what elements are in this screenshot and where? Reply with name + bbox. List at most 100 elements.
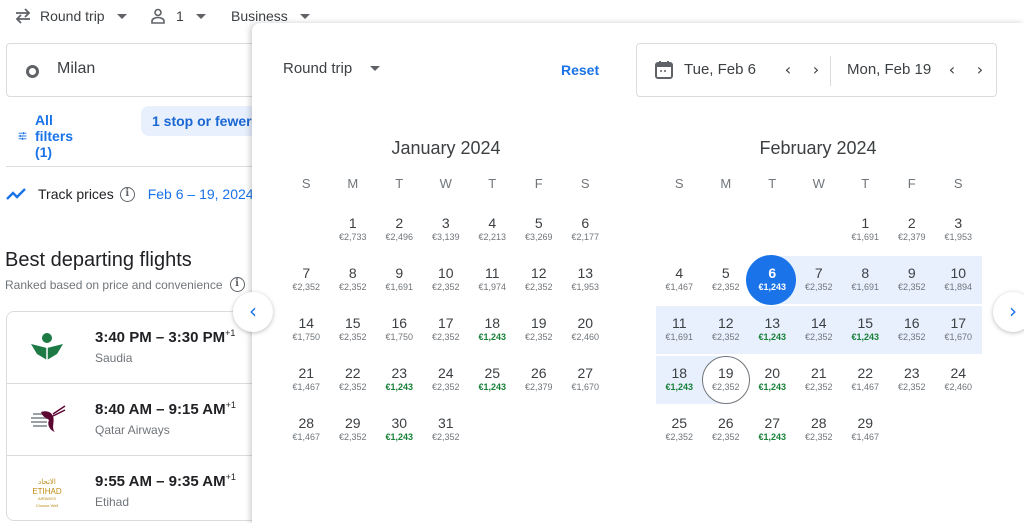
calendar-day[interactable]: 28 €2,352	[796, 406, 843, 454]
calendar-day[interactable]: 25 €1,243	[469, 356, 516, 404]
calendar-day[interactable]: 22 €2,352	[330, 356, 377, 404]
day-price: €1,467	[665, 282, 694, 292]
calendar-day[interactable]: 10 €2,352	[423, 256, 470, 304]
day-price: €2,352	[804, 432, 833, 442]
origin-value: Milan	[57, 60, 96, 77]
calendar-day[interactable]: 16 €1,750	[376, 306, 423, 354]
info-icon[interactable]: i	[229, 277, 245, 292]
calendar-day[interactable]: 9 €2,352	[889, 256, 936, 304]
passengers-select[interactable]: 1	[150, 8, 206, 24]
day-price: €2,352	[804, 382, 833, 392]
previous-month-button[interactable]: ‹	[233, 292, 273, 332]
calendar-day[interactable]: 13 €1,953	[562, 256, 609, 304]
info-icon[interactable]: i	[119, 186, 135, 202]
calendar-day[interactable]: 17 €2,352	[423, 306, 470, 354]
cabin-class-select[interactable]: Business	[231, 8, 310, 24]
calendar-day[interactable]: 2 €2,379	[889, 206, 936, 254]
calendar-day[interactable]: 20 €1,243	[749, 356, 796, 404]
day-number: 15	[857, 315, 874, 331]
calendar-day[interactable]: 11 €1,691	[656, 306, 703, 354]
calendar-day[interactable]: 19 €2,352	[701, 356, 750, 404]
day-number: 22	[344, 365, 361, 381]
calendar-day[interactable]: 4 €1,467	[656, 256, 703, 304]
day-price: €1,750	[292, 332, 321, 342]
day-number: 19	[717, 365, 734, 381]
calendar-day[interactable]: 14 €2,352	[796, 306, 843, 354]
reset-button[interactable]: Reset	[561, 62, 599, 78]
return-date-field[interactable]: Mon, Feb 19	[847, 61, 931, 78]
calendar-day[interactable]: 28 €1,467	[283, 406, 330, 454]
calendar-day[interactable]: 12 €2,352	[703, 306, 750, 354]
calendar-day[interactable]: 8 €2,352	[330, 256, 377, 304]
day-number: 3	[954, 215, 963, 231]
day-number: 2	[395, 215, 404, 231]
caret-down-icon	[195, 13, 206, 19]
day-price: €2,352	[338, 282, 367, 292]
calendar-day[interactable]: 4 €2,213	[469, 206, 516, 254]
flight-row[interactable]: 8:40 AM – 9:15 AM+1 Qatar Airways	[7, 384, 265, 456]
calendar-day[interactable]: 9 €1,691	[376, 256, 423, 304]
stops-filter-chip[interactable]: 1 stop or fewer	[141, 106, 263, 136]
calendar-day[interactable]: 26 €2,352	[703, 406, 750, 454]
calendar-day[interactable]: 1 €1,691	[842, 206, 889, 254]
trip-type-select[interactable]: Round trip	[14, 8, 127, 24]
calendar-day[interactable]: 3 €1,953	[935, 206, 982, 254]
calendar-day[interactable]: 29 €2,352	[330, 406, 377, 454]
calendar-day[interactable]: 5 €2,352	[703, 256, 750, 304]
calendar-day[interactable]: 24 €2,460	[935, 356, 982, 404]
calendar-day[interactable]: 6 €1,243	[746, 255, 796, 305]
calendar-day[interactable]: 7 €2,352	[283, 256, 330, 304]
calendar-day[interactable]: 21 €1,467	[283, 356, 330, 404]
calendar-day[interactable]: 15 €1,243	[842, 306, 889, 354]
calendar-day[interactable]: 7 €2,352	[796, 256, 843, 304]
flight-row[interactable]: 3:40 PM – 3:30 PM+1 Saudia	[7, 312, 265, 384]
return-next-day-button[interactable]: ›	[972, 60, 988, 79]
calendar-day[interactable]: 25 €2,352	[656, 406, 703, 454]
month-title-february: February 2024	[759, 138, 877, 158]
origin-input[interactable]: Milan	[6, 43, 266, 97]
weekday-header: F	[534, 176, 543, 191]
departure-next-day-button[interactable]: ›	[808, 60, 824, 79]
datepicker-trip-type-select[interactable]: Round trip	[283, 60, 381, 77]
return-prev-day-button[interactable]: ‹	[944, 60, 960, 79]
calendar-day[interactable]: 13 €1,243	[749, 306, 796, 354]
calendar-day[interactable]: 3 €3,139	[423, 206, 470, 254]
all-filters-button[interactable]: All filters (1)	[18, 112, 80, 160]
calendar-day[interactable]: 6 €2,177	[562, 206, 609, 254]
day-price: €1,243	[758, 432, 787, 442]
calendar-day[interactable]: 21 €2,352	[796, 356, 843, 404]
trending-line-icon[interactable]	[6, 187, 28, 201]
calendar-day[interactable]: 27 €1,670	[562, 356, 609, 404]
calendar-day[interactable]: 15 €2,352	[330, 306, 377, 354]
calendar-day[interactable]: 12 €2,352	[516, 256, 563, 304]
calendar-day[interactable]: 2 €2,496	[376, 206, 423, 254]
calendar-day[interactable]: 8 €1,691	[842, 256, 889, 304]
day-number: 18	[484, 315, 501, 331]
departure-date-field[interactable]: Tue, Feb 6	[684, 61, 756, 78]
day-price: €2,352	[711, 332, 740, 342]
departure-prev-day-button[interactable]: ‹	[780, 60, 796, 79]
calendar-day[interactable]: 18 €1,243	[469, 306, 516, 354]
calendar-day[interactable]: 23 €2,352	[889, 356, 936, 404]
day-number: 5	[721, 265, 730, 281]
calendar-day[interactable]: 30 €1,243	[376, 406, 423, 454]
calendar-day[interactable]: 1 €2,733	[330, 206, 377, 254]
calendar-day[interactable]: 31 €2,352	[423, 406, 470, 454]
calendar-day[interactable]: 24 €2,352	[423, 356, 470, 404]
calendar-day[interactable]: 23 €1,243	[376, 356, 423, 404]
calendar-day[interactable]: 5 €3,269	[516, 206, 563, 254]
calendar-day[interactable]: 18 €1,243	[656, 356, 703, 404]
day-number: 15	[344, 315, 361, 331]
flight-row[interactable]: الاتحاد ETIHAD AIRWAYS Choose Well 9:55 AM …	[7, 456, 265, 520]
calendar-day[interactable]: 29 €1,467	[842, 406, 889, 454]
calendar-day[interactable]: 17 €1,670	[935, 306, 982, 354]
calendar-day[interactable]: 27 €1,243	[749, 406, 796, 454]
calendar-day[interactable]: 19 €2,352	[516, 306, 563, 354]
calendar-day[interactable]: 16 €2,352	[889, 306, 936, 354]
calendar-day[interactable]: 20 €2,460	[562, 306, 609, 354]
calendar-day[interactable]: 11 €1,974	[469, 256, 516, 304]
calendar-day[interactable]: 26 €2,379	[516, 356, 563, 404]
calendar-day[interactable]: 22 €1,467	[842, 356, 889, 404]
calendar-day[interactable]: 14 €1,750	[283, 306, 330, 354]
calendar-day[interactable]: 10 €1,894	[935, 256, 982, 304]
